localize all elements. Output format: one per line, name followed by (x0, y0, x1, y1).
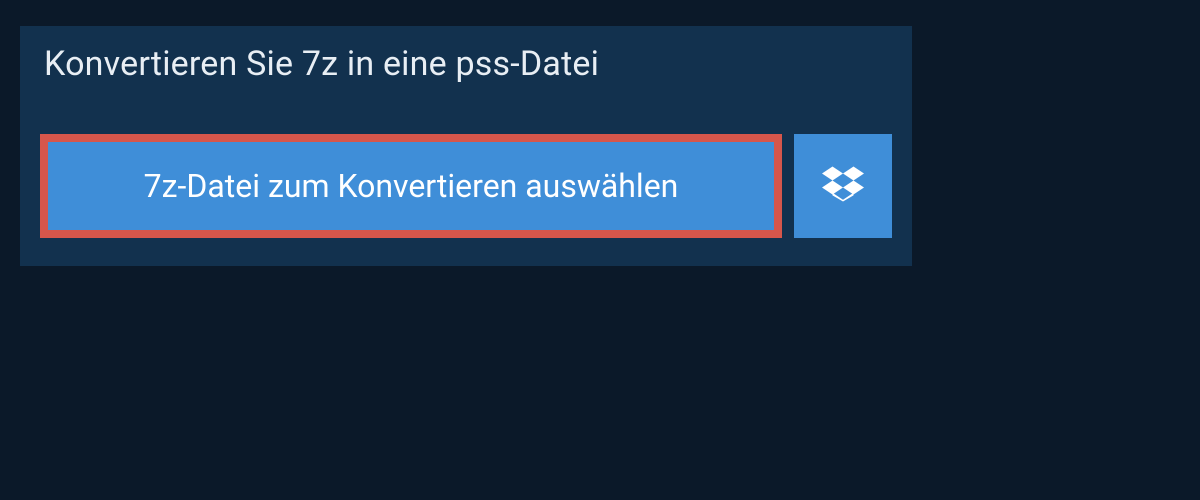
dropbox-button[interactable] (794, 134, 892, 238)
select-file-button[interactable]: 7z-Datei zum Konvertieren auswählen (40, 134, 782, 238)
select-file-button-label: 7z-Datei zum Konvertieren auswählen (144, 167, 679, 205)
action-row: 7z-Datei zum Konvertieren auswählen (20, 106, 912, 266)
dropbox-icon (822, 163, 864, 209)
page-title: Konvertieren Sie 7z in eine pss-Datei (44, 44, 599, 84)
converter-panel: Konvertieren Sie 7z in eine pss-Datei 7z… (20, 26, 912, 266)
title-bar: Konvertieren Sie 7z in eine pss-Datei (20, 26, 623, 106)
